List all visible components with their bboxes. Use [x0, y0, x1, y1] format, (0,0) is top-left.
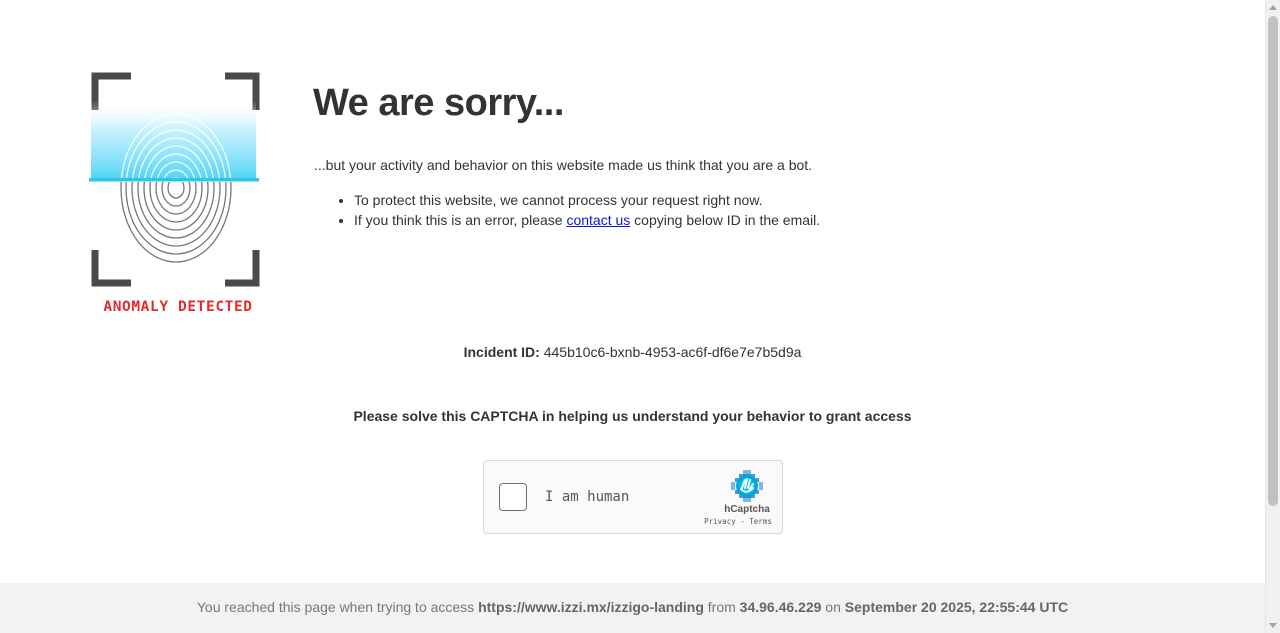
scroll-up-arrow-icon[interactable] — [1269, 5, 1277, 10]
intro-text: ...but your activity and behavior on thi… — [314, 157, 813, 173]
hcaptcha-widget: I am human hCaptcha Privacy - Terms — [483, 460, 783, 534]
anomaly-logo: ANOMALY DETECTED — [89, 70, 267, 318]
list-item: To protect this website, we cannot proce… — [354, 190, 820, 210]
human-checkbox[interactable] — [499, 483, 527, 511]
hcaptcha-links: Privacy - Terms — [698, 517, 778, 526]
vertical-scrollbar[interactable] — [1265, 0, 1280, 633]
footer: You reached this page when trying to acc… — [0, 583, 1265, 633]
bullet-text: To protect this website, we cannot proce… — [354, 192, 763, 208]
page: ANOMALY DETECTED We are sorry... ...but … — [0, 0, 1265, 633]
footer-text: from — [703, 599, 740, 615]
bullet-text: copying below ID in the email. — [630, 212, 821, 228]
info-list: To protect this website, we cannot proce… — [314, 190, 820, 230]
scroll-down-arrow-icon[interactable] — [1269, 623, 1277, 628]
page-title: We are sorry... — [313, 82, 564, 124]
anomaly-detected-caption: ANOMALY DETECTED — [103, 299, 253, 315]
hcaptcha-brand: hCaptcha — [724, 504, 770, 515]
fingerprint-scan-icon — [89, 72, 260, 287]
captcha-prompt: Please solve this CAPTCHA in helping us … — [353, 408, 912, 424]
scrollbar-thumb[interactable] — [1268, 16, 1278, 506]
footer-url: https://www.izzi.mx/izzigo-landing — [478, 599, 704, 615]
privacy-link[interactable]: Privacy — [704, 517, 736, 526]
contact-us-link[interactable]: contact us — [566, 212, 630, 228]
footer-datetime: September 20 2025, 22:55:44 UTC — [844, 599, 1069, 615]
bullet-text: If you think this is an error, please — [354, 212, 567, 228]
links-separator: - — [735, 517, 750, 526]
footer-ip: 34.96.46.229 — [739, 599, 822, 615]
list-item: If you think this is an error, please co… — [354, 210, 820, 230]
incident-id-value: 445b10c6-bxnb-4953-ac6f-df6e7e7b5d9a — [539, 344, 802, 360]
incident-id-label: Incident ID: — [463, 344, 540, 360]
incident-id: Incident ID: 445b10c6-bxnb-4953-ac6f-df6… — [0, 344, 1265, 360]
human-checkbox-label[interactable]: I am human — [545, 489, 629, 505]
hcaptcha-hand-icon — [731, 470, 763, 502]
footer-text: on — [821, 599, 845, 615]
terms-link[interactable]: Terms — [749, 517, 772, 526]
footer-text: You reached this page when trying to acc… — [196, 599, 479, 615]
